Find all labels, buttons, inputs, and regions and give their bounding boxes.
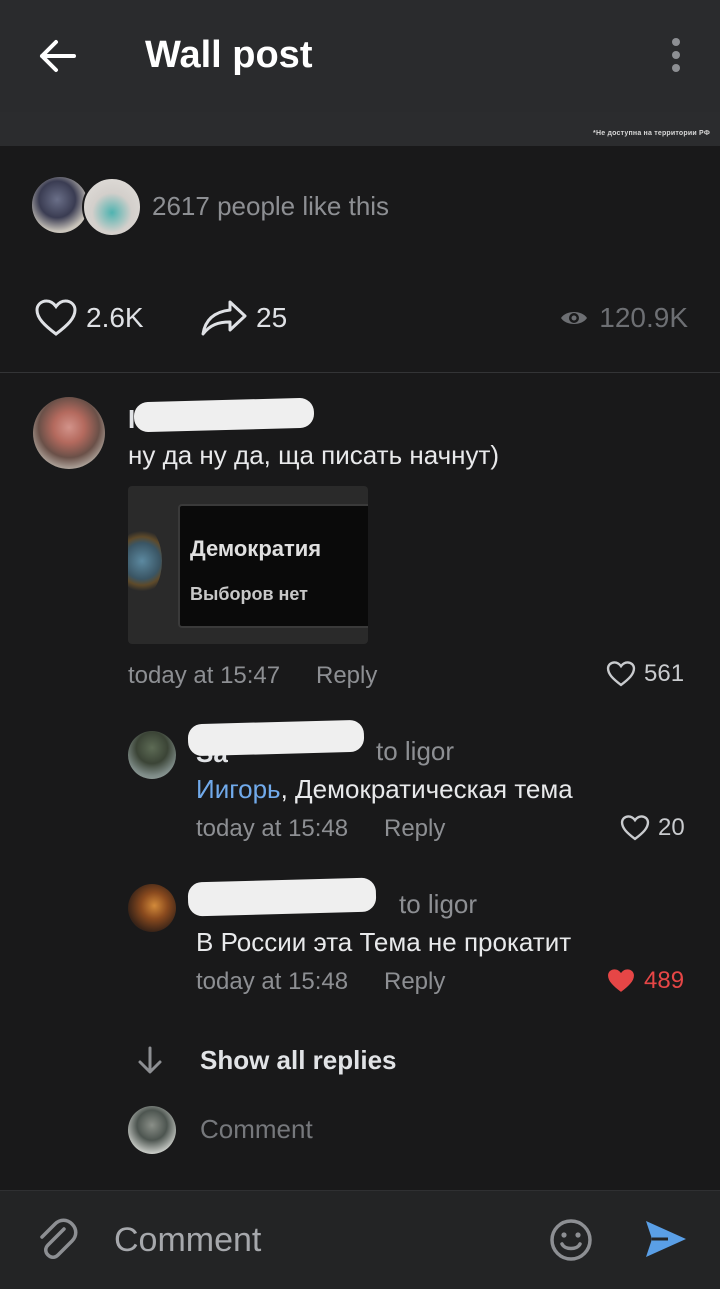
heart-filled-icon	[608, 969, 634, 992]
heart-outline-icon	[620, 815, 650, 841]
current-user-avatar	[128, 1106, 176, 1154]
comment-composer-bar: Comment	[0, 1190, 720, 1289]
reply-like-count: 489	[644, 967, 685, 994]
smile-icon	[550, 1219, 592, 1261]
heart-outline-icon	[606, 661, 636, 687]
avatar	[82, 177, 142, 237]
inline-comment-input[interactable]: Comment	[200, 1114, 313, 1145]
medal-emblem	[128, 526, 162, 596]
mention-link[interactable]: Иигорь	[196, 774, 281, 804]
reply-text-line: Иигорь, Демократическая тема	[196, 774, 573, 805]
more-vertical-icon	[672, 38, 680, 72]
view-count: 120.9K	[599, 302, 688, 333]
send-button[interactable]	[642, 1215, 690, 1268]
top-app-bar: Wall post	[0, 0, 720, 112]
reply-timestamp: today at 15:48	[196, 815, 349, 842]
reply-like-button[interactable]: 489	[606, 967, 684, 995]
share-button[interactable]: 25	[200, 290, 287, 346]
notice-text: *Не доступна на территории РФ	[593, 130, 710, 137]
post-image-bottom-strip: *Не доступна на территории РФ	[0, 112, 720, 146]
reply-button[interactable]: Reply	[316, 662, 377, 690]
attachment-panel: Демократия Выборов нет	[178, 504, 368, 628]
reply-button[interactable]: Reply	[384, 968, 445, 996]
show-all-replies-button[interactable]: Show all replies	[136, 1036, 397, 1084]
reply-text: , Демократическая тема	[280, 774, 573, 804]
like-count: 2.6K	[86, 302, 144, 333]
redaction-mark	[133, 397, 315, 433]
comment-input[interactable]: Comment	[114, 1221, 261, 1260]
comment-like-count: 561	[644, 660, 685, 687]
more-options-button[interactable]	[656, 34, 696, 78]
comment-timestamp: today at 15:47	[128, 662, 281, 689]
avatar[interactable]	[128, 884, 176, 932]
arrow-down-icon	[138, 1046, 162, 1074]
reply-button[interactable]: Reply	[384, 815, 445, 843]
reply-target: to ligor	[399, 889, 478, 919]
divider	[0, 372, 720, 373]
eye-icon	[561, 312, 588, 324]
comment-image-attachment[interactable]: Демократия Выборов нет	[128, 486, 368, 644]
reply-target: to ligor	[376, 736, 455, 766]
views-counter: 120.9K	[559, 290, 688, 346]
reply-like-button[interactable]: 20	[620, 814, 685, 842]
attachment-line-1: Демократия	[190, 536, 322, 561]
show-all-replies-label: Show all replies	[200, 1044, 397, 1075]
reply-timestamp: today at 15:48	[196, 968, 349, 995]
attach-button[interactable]	[34, 1217, 80, 1268]
page-title: Wall post	[145, 34, 313, 76]
comment-text: ну да ну да, ща писать начнут)	[128, 440, 500, 470]
avatar[interactable]	[128, 731, 176, 779]
redaction-mark	[187, 877, 377, 917]
likes-summary-text: 2617 people like this	[152, 191, 390, 221]
reply-like-count: 20	[658, 814, 685, 841]
post-actions: 2.6K 25 120.9K	[0, 290, 720, 346]
avatar	[32, 177, 88, 233]
back-button[interactable]	[30, 32, 82, 80]
arrow-left-icon	[40, 40, 76, 72]
attachment-line-2: Выборов нет	[190, 584, 309, 604]
heart-outline-icon	[35, 299, 77, 336]
redaction-mark	[187, 719, 365, 757]
comment-like-button[interactable]: 561	[606, 660, 684, 688]
reply-text: В России эта Тема не прокатит	[196, 927, 572, 957]
likes-summary[interactable]: 2617 people like this	[32, 176, 632, 237]
send-icon	[646, 1221, 686, 1257]
emoji-button[interactable]	[548, 1217, 594, 1268]
avatar[interactable]	[33, 397, 105, 469]
share-count: 25	[256, 302, 288, 333]
share-icon	[201, 300, 247, 336]
like-button[interactable]: 2.6K	[34, 290, 144, 346]
paperclip-icon	[40, 1218, 78, 1259]
